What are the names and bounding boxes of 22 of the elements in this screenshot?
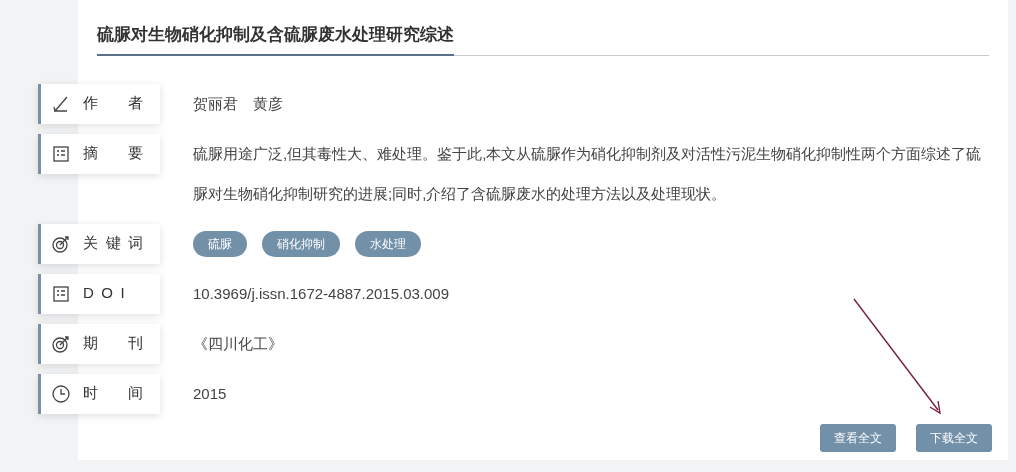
field-value: 贺丽君 黄彦 [193, 93, 283, 114]
clock-icon [51, 383, 71, 404]
list-icon [51, 283, 71, 304]
field-value: 《四川化工》 [193, 333, 283, 354]
field-value: 10.3969/j.issn.1672-4887.2015.03.009 [193, 283, 450, 304]
field-label: 期刊 [83, 333, 173, 354]
target-icon [51, 233, 71, 254]
abstract-text: 硫脲用途广泛,但其毒性大、难处理。鉴于此,本文从硫脲作为硝化抑制剂及对活性污泥生物硝化抑制性两个方面综述了硫脲对生物硝化抑制研究的进展;同时,介绍了含硫脲废水的处理方法以及处理现状。 [193, 143, 983, 204]
keyword-tag[interactable]: 硝化抑制 [262, 230, 340, 257]
field-label: 时间 [83, 383, 173, 404]
field-label: DOI [83, 283, 133, 304]
field-label: 关键词 [83, 233, 151, 254]
keyword-tag[interactable]: 硫脲 [193, 230, 247, 257]
action-button[interactable]: 查看全文 [820, 423, 896, 452]
field-label: 作者 [83, 93, 173, 114]
list-icon [51, 143, 71, 164]
article-title: 硫脲对生物硝化抑制及含硫脲废水处理研究综述 [97, 22, 454, 56]
field-value: 2015 [193, 383, 227, 404]
action-button[interactable]: 下载全文 [916, 423, 992, 452]
field-label: 摘要 [83, 143, 173, 164]
target-icon [51, 333, 71, 354]
keyword-tag[interactable]: 水处理 [355, 230, 421, 257]
